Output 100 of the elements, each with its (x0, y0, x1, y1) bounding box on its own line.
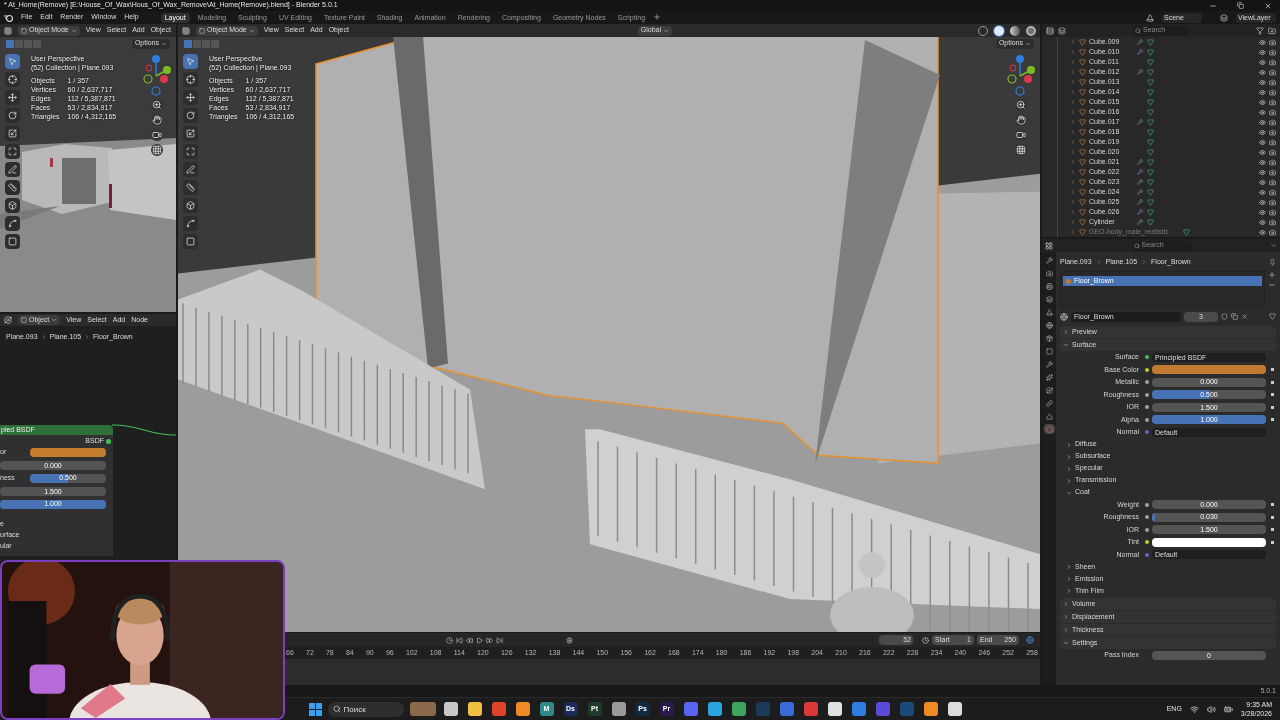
color-swatch[interactable] (30, 448, 106, 457)
eye-icon[interactable] (1259, 138, 1266, 146)
eye-icon[interactable] (1259, 108, 1266, 116)
app-icon[interactable] (515, 702, 530, 716)
properties-tab[interactable] (1043, 398, 1055, 408)
camera-icon[interactable] (1269, 68, 1276, 76)
scene-icon[interactable] (1146, 13, 1154, 22)
tool-button[interactable] (5, 54, 20, 69)
editor-type-icon[interactable] (4, 26, 12, 35)
new-collection-icon[interactable] (1268, 26, 1276, 35)
properties-tab[interactable] (1043, 281, 1055, 291)
app-icon[interactable] (611, 702, 626, 716)
wrench-icon[interactable] (1137, 119, 1143, 125)
camera-icon[interactable] (1269, 198, 1276, 206)
axis-gizmo-icon[interactable] (142, 54, 172, 96)
wrench-icon[interactable] (1137, 169, 1143, 175)
wrench-icon[interactable] (1137, 209, 1143, 215)
rewind-icon[interactable] (466, 636, 473, 644)
restore-icon[interactable] (1237, 2, 1244, 9)
layers-icon[interactable] (1058, 26, 1066, 35)
camera-icon[interactable] (1269, 218, 1276, 226)
camera-icon[interactable] (1269, 58, 1276, 66)
shield-icon[interactable] (1221, 313, 1228, 320)
duplicate-icon[interactable] (1231, 313, 1238, 320)
volume-icon[interactable] (1206, 704, 1216, 714)
properties-tab[interactable] (1043, 307, 1055, 317)
tool-button[interactable] (5, 216, 20, 231)
app-icon[interactable] (923, 702, 938, 716)
eye-icon[interactable] (1259, 158, 1266, 166)
wrench-icon[interactable] (1137, 199, 1143, 205)
battery-icon[interactable] (1223, 704, 1233, 714)
add-workspace-icon[interactable] (653, 12, 662, 21)
triangle-icon[interactable] (1269, 313, 1276, 320)
select-mode-buttons[interactable] (6, 39, 41, 48)
eye-icon[interactable] (1259, 218, 1266, 226)
eye-icon[interactable] (1259, 68, 1266, 76)
camera-icon[interactable] (1269, 38, 1276, 46)
camera-icon[interactable] (1269, 78, 1276, 86)
tool-button[interactable] (5, 234, 20, 249)
wifi-icon[interactable] (1189, 704, 1199, 714)
camera-icon[interactable] (1269, 208, 1276, 216)
wrench-icon[interactable] (1137, 189, 1143, 195)
blender-logo-icon[interactable] (4, 13, 13, 22)
windows-logo-icon[interactable] (308, 702, 322, 716)
editor-type-icon[interactable] (4, 316, 12, 324)
jump-start-icon[interactable] (456, 636, 463, 644)
tool-button[interactable] (5, 72, 20, 87)
eye-icon[interactable] (1259, 128, 1266, 136)
clock-icon[interactable] (922, 636, 929, 644)
app-icon[interactable] (467, 702, 482, 716)
play-icon[interactable] (476, 636, 483, 644)
tool-button[interactable] (5, 162, 20, 177)
wrench-icon[interactable] (1137, 219, 1143, 225)
eye-icon[interactable] (1259, 78, 1266, 86)
caret-icon[interactable] (1270, 242, 1277, 249)
properties-tab[interactable] (1043, 255, 1055, 265)
display-mode-icon[interactable] (1046, 26, 1054, 35)
camera-icon[interactable] (1269, 108, 1276, 116)
add-icon[interactable] (1268, 271, 1276, 279)
app-icon[interactable] (947, 702, 962, 716)
globe-icon[interactable] (1026, 636, 1034, 644)
app-icon[interactable] (827, 702, 842, 716)
properties-tab[interactable] (1043, 268, 1055, 278)
properties-tab[interactable] (1043, 333, 1055, 343)
app-icon[interactable] (443, 702, 458, 716)
eye-icon[interactable] (1259, 98, 1266, 106)
properties-tab[interactable] (1043, 320, 1055, 330)
camera-icon[interactable] (1269, 48, 1276, 56)
eye-icon[interactable] (1259, 178, 1266, 186)
jump-end-icon[interactable] (496, 636, 503, 644)
app-icon[interactable] (731, 702, 746, 716)
app-icon[interactable] (707, 702, 722, 716)
close-icon[interactable] (1264, 1, 1272, 10)
camera-icon[interactable] (1269, 188, 1276, 196)
properties-tab[interactable] (1043, 359, 1055, 369)
wrench-icon[interactable] (1137, 179, 1143, 185)
filter-icon[interactable] (1256, 26, 1264, 35)
tool-button[interactable] (5, 198, 20, 213)
properties-tab[interactable] (1043, 385, 1055, 395)
color-swatch[interactable] (1152, 537, 1266, 547)
eye-icon[interactable] (1259, 208, 1266, 216)
camera-icon[interactable] (1269, 158, 1276, 166)
wrench-icon[interactable] (1137, 49, 1143, 55)
camera-icon[interactable] (1269, 88, 1276, 96)
tool-button[interactable] (5, 126, 20, 141)
eye-icon[interactable] (1259, 38, 1266, 46)
tool-button[interactable] (5, 108, 20, 123)
camera-icon[interactable] (1269, 118, 1276, 126)
camera-icon[interactable] (1269, 98, 1276, 106)
close-icon[interactable] (1241, 313, 1248, 320)
eye-icon[interactable] (1259, 58, 1266, 66)
pin-icon[interactable] (1269, 258, 1276, 266)
taskbar-search-field[interactable]: Поиск (327, 701, 404, 717)
color-swatch[interactable] (1152, 365, 1266, 375)
eye-icon[interactable] (1259, 88, 1266, 96)
eye-icon[interactable] (1259, 198, 1266, 206)
eye-icon[interactable] (1259, 118, 1266, 126)
eye-icon[interactable] (1259, 168, 1266, 176)
fast-forward-icon[interactable] (486, 636, 493, 644)
camera-icon[interactable] (1269, 178, 1276, 186)
